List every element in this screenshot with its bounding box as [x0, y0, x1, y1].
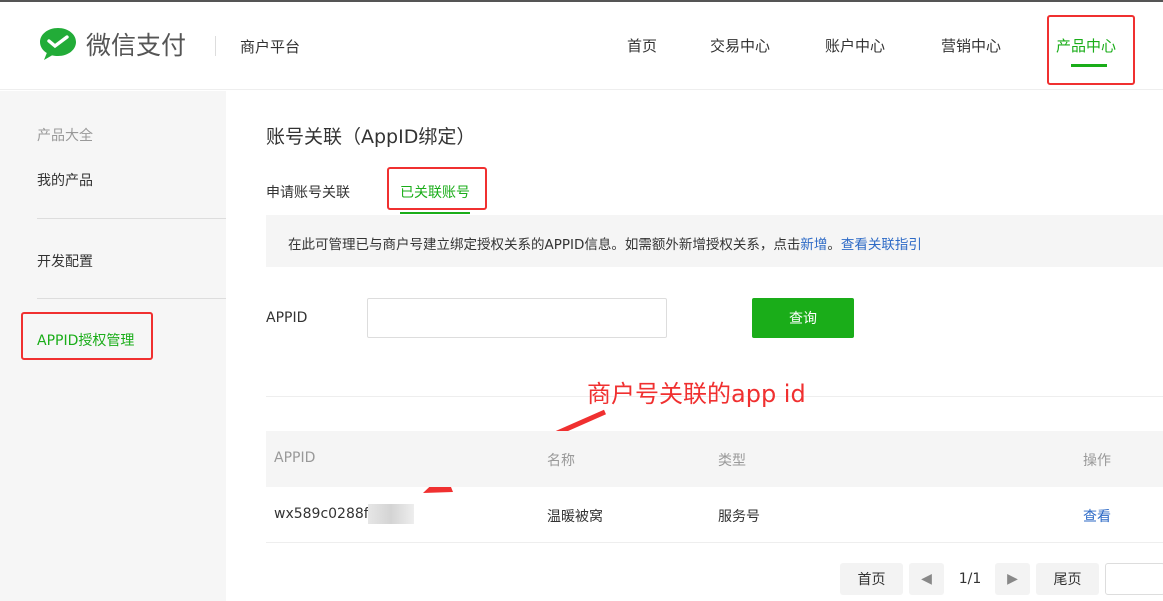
highlight-box: [1047, 15, 1135, 85]
platform-name: 商户平台: [240, 38, 301, 56]
nav-home[interactable]: 首页: [627, 35, 657, 56]
divider: [266, 542, 1163, 543]
column-header-action: 操作: [1083, 453, 1111, 469]
brand-name: 微信支付: [86, 31, 187, 60]
table-header: [266, 431, 1163, 487]
chevron-left-icon: ◀: [921, 571, 932, 587]
next-page-button[interactable]: ▶: [995, 563, 1030, 595]
redacted-mask: [368, 504, 414, 524]
sidebar-item-all-products[interactable]: 产品大全: [37, 125, 93, 145]
chevron-right-icon: ▶: [1007, 571, 1018, 587]
nav-account[interactable]: 账户中心: [825, 35, 885, 56]
highlight-box: [387, 167, 487, 210]
column-header-name: 名称: [547, 453, 575, 469]
cell-type: 服务号: [718, 509, 760, 525]
appid-label: APPID: [266, 310, 308, 326]
notice-sep: 。: [827, 237, 841, 253]
add-link[interactable]: 新增: [800, 237, 827, 253]
tab-apply[interactable]: 申请账号关联: [266, 182, 350, 202]
appid-input[interactable]: [367, 298, 667, 338]
highlight-box: [21, 312, 153, 360]
query-button[interactable]: 查询: [752, 298, 854, 338]
page-jump-input[interactable]: [1105, 563, 1163, 595]
page-indicator: 1/1: [958, 571, 982, 587]
logo[interactable]: 微信支付: [38, 26, 186, 62]
guide-link[interactable]: 查看关联指引: [841, 237, 922, 253]
cell-name: 温暖被窝: [547, 509, 603, 525]
prev-page-button[interactable]: ◀: [909, 563, 944, 595]
page-title: 账号关联（AppID绑定）: [266, 126, 476, 148]
divider: [37, 218, 226, 219]
view-link[interactable]: 查看: [1083, 506, 1111, 526]
tab-active-indicator: [400, 212, 470, 214]
column-header-type: 类型: [718, 453, 746, 469]
sidebar-item-dev-config[interactable]: 开发配置: [37, 251, 93, 271]
last-page-button[interactable]: 尾页: [1036, 563, 1099, 595]
nav-marketing[interactable]: 营销中心: [941, 35, 1001, 56]
sidebar-item-my-products[interactable]: 我的产品: [37, 170, 93, 190]
wechat-pay-logo-icon: [40, 28, 76, 60]
first-page-button[interactable]: 首页: [840, 563, 903, 595]
divider: [37, 298, 226, 299]
notice-bar: 在此可管理已与商户号建立绑定授权关系的APPID信息。如需额外新增授权关系，点击…: [266, 215, 1163, 267]
divider: [215, 36, 216, 56]
notice-text: 在此可管理已与商户号建立绑定授权关系的APPID信息。如需额外新增授权关系，点击: [288, 237, 801, 253]
column-header-appid: APPID: [274, 450, 316, 466]
nav-transactions[interactable]: 交易中心: [710, 35, 770, 56]
annotation-text: 商户号关联的app id: [587, 380, 806, 408]
header: 微信支付 商户平台 首页 交易中心 账户中心 营销中心 产品中心: [0, 2, 1163, 90]
